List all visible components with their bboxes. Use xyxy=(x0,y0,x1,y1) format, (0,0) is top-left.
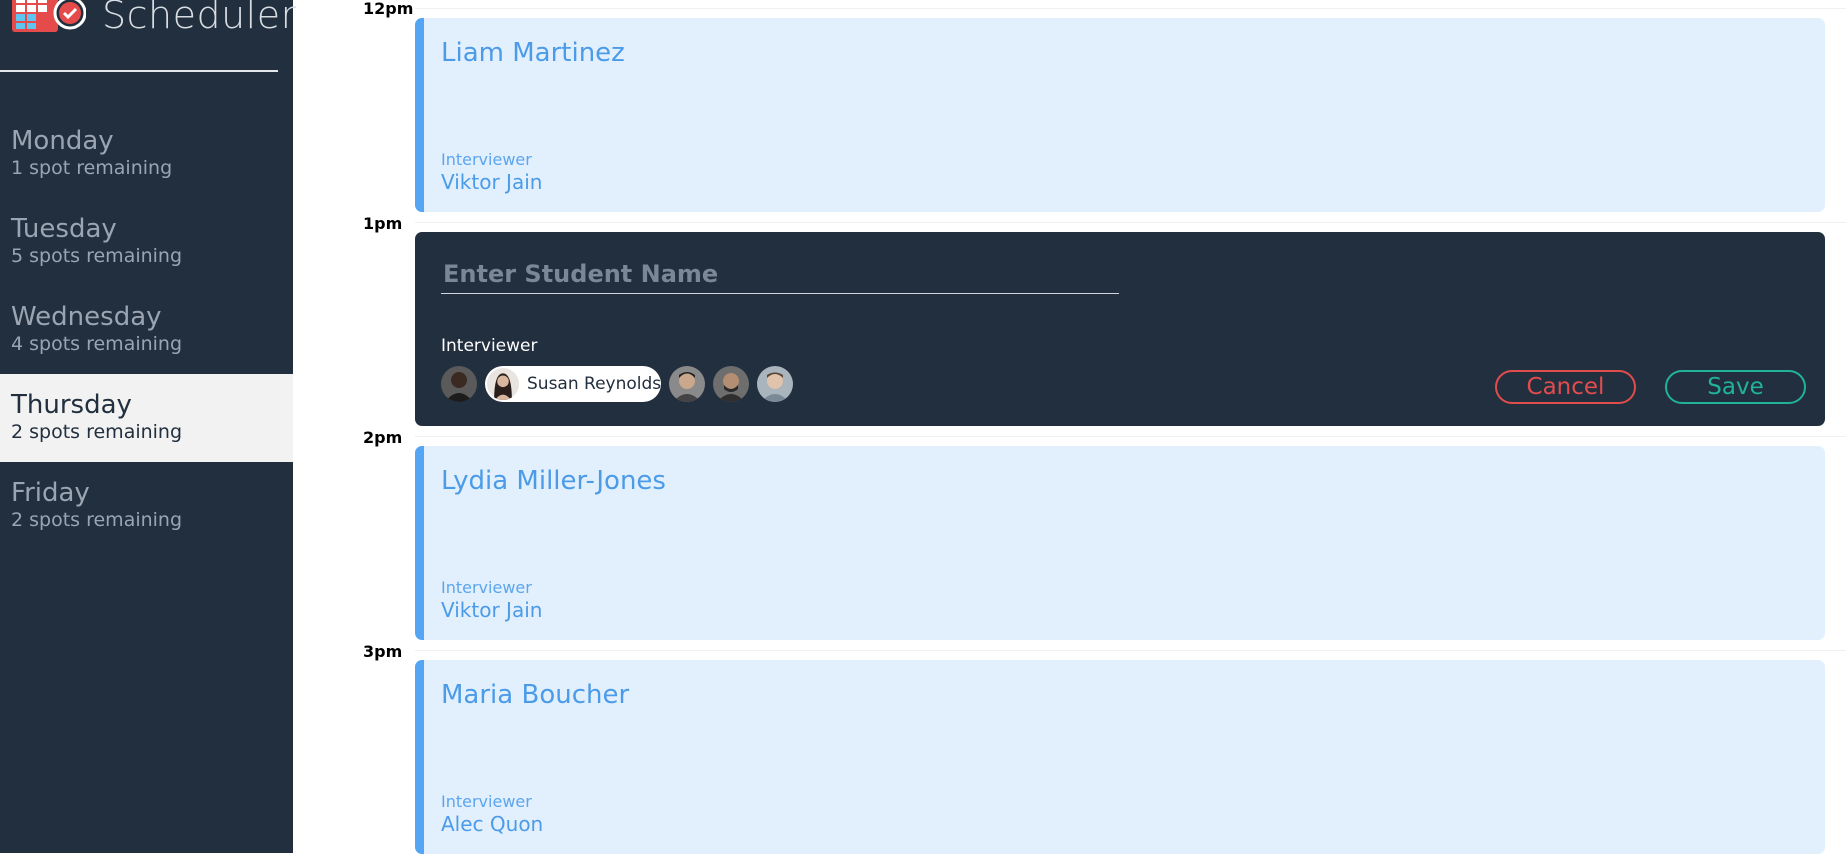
interviewer-avatar[interactable] xyxy=(669,366,705,402)
day-name: Thursday xyxy=(11,390,132,420)
slot-divider xyxy=(415,650,1846,651)
slot-divider xyxy=(415,8,1846,9)
time-label-1pm: 1pm xyxy=(363,214,403,233)
time-label-3pm: 3pm xyxy=(363,642,403,661)
app-title: Scheduler xyxy=(102,0,297,37)
person-avatar-icon xyxy=(441,366,477,402)
student-name: Liam Martinez xyxy=(441,38,625,68)
appointment-card[interactable]: Maria Boucher Interviewer Alec Quon xyxy=(415,660,1825,854)
day-item-wednesday[interactable]: Wednesday 4 spots remaining xyxy=(0,286,293,374)
interviewer-name: Viktor Jain xyxy=(441,598,543,622)
day-list: Monday 1 spot remaining Tuesday 5 spots … xyxy=(0,110,293,550)
day-spots-remaining: 1 spot remaining xyxy=(11,157,173,179)
day-spots-remaining: 2 spots remaining xyxy=(11,421,183,443)
slot-divider xyxy=(415,222,1846,223)
cancel-button[interactable]: Cancel xyxy=(1495,370,1636,404)
interviewer-label: Interviewer xyxy=(441,336,538,356)
slot-divider xyxy=(415,436,1846,437)
day-spots-remaining: 2 spots remaining xyxy=(11,509,183,531)
interviewer-name: Alec Quon xyxy=(441,812,544,836)
person-avatar-icon xyxy=(713,366,749,402)
interviewer-name: Viktor Jain xyxy=(441,170,543,194)
student-name: Lydia Miller-Jones xyxy=(441,466,666,496)
day-name: Wednesday xyxy=(11,302,162,332)
sidebar: Scheduler Monday 1 spot remaining Tuesda… xyxy=(0,0,296,853)
interviewer-avatar xyxy=(487,368,519,400)
appointment-card[interactable]: Liam Martinez Interviewer Viktor Jain xyxy=(415,18,1825,212)
student-name: Maria Boucher xyxy=(441,680,630,710)
day-item-tuesday[interactable]: Tuesday 5 spots remaining xyxy=(0,198,293,286)
interviewer-label: Interviewer xyxy=(441,792,532,811)
interviewer-avatar[interactable] xyxy=(441,366,477,402)
day-item-friday[interactable]: Friday 2 spots remaining xyxy=(0,462,293,550)
person-avatar-icon xyxy=(669,366,705,402)
person-avatar-icon xyxy=(757,366,793,402)
person-avatar-icon xyxy=(487,368,519,400)
day-name: Tuesday xyxy=(11,214,117,244)
day-name: Monday xyxy=(11,126,114,156)
interviewer-label: Interviewer xyxy=(441,578,532,597)
interviewer-label: Interviewer xyxy=(441,150,532,169)
save-button[interactable]: Save xyxy=(1665,370,1806,404)
day-spots-remaining: 5 spots remaining xyxy=(11,245,183,267)
day-item-monday[interactable]: Monday 1 spot remaining xyxy=(0,110,293,198)
day-spots-remaining: 4 spots remaining xyxy=(11,333,183,355)
day-item-thursday[interactable]: Thursday 2 spots remaining xyxy=(0,374,293,462)
interviewer-avatar[interactable] xyxy=(713,366,749,402)
appointment-card[interactable]: Lydia Miller-Jones Interviewer Viktor Ja… xyxy=(415,446,1825,640)
selected-interviewer-name: Susan Reynolds xyxy=(527,374,662,394)
interviewer-avatar[interactable] xyxy=(757,366,793,402)
sidebar-divider xyxy=(0,70,278,72)
appointment-form: Interviewer Susan Reyno xyxy=(415,232,1825,426)
day-name: Friday xyxy=(11,478,90,508)
time-label-12pm: 12pm xyxy=(363,0,414,18)
schedule: 12pm 1pm 2pm 3pm Liam Martinez Interview… xyxy=(293,0,1846,854)
selected-interviewer-chip[interactable]: Susan Reynolds xyxy=(485,366,661,402)
calendar-logo-icon xyxy=(12,0,86,32)
time-label-2pm: 2pm xyxy=(363,428,403,447)
student-name-input[interactable] xyxy=(441,254,1119,294)
